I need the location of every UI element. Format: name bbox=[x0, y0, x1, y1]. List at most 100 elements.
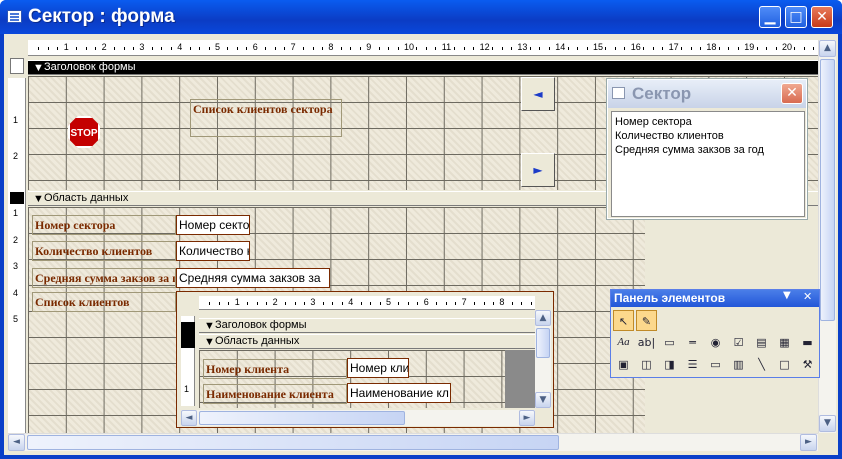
subform-ruler-tick bbox=[398, 302, 400, 305]
subform-selector[interactable] bbox=[181, 322, 195, 348]
label-tool-icon[interactable]: Aa bbox=[613, 332, 634, 353]
toolbox-title: Панель элементов bbox=[614, 291, 726, 305]
subform-detail-bar[interactable]: ▼ Область данных bbox=[199, 334, 535, 349]
tab-control-icon[interactable]: ▭ bbox=[705, 354, 726, 375]
textbox-sector-number[interactable]: Номер секто bbox=[176, 215, 250, 235]
more-controls-icon[interactable]: ⚒ bbox=[797, 354, 818, 375]
section-arrow-icon: ▼ bbox=[33, 62, 44, 74]
ruler-tick bbox=[76, 47, 78, 50]
toggle-button-icon[interactable]: ═ bbox=[682, 332, 703, 353]
command-button-icon[interactable]: ▬ bbox=[797, 332, 818, 353]
unbound-frame-icon[interactable]: ◫ bbox=[636, 354, 657, 375]
ruler-number: 13 bbox=[517, 42, 528, 52]
size-grip[interactable] bbox=[818, 433, 836, 451]
textbox-average-sum[interactable]: Средняя сумма закзов за bbox=[176, 268, 330, 288]
ruler-number: 9 bbox=[366, 42, 372, 52]
field-item-sector-number[interactable]: Номер сектора bbox=[615, 115, 801, 129]
select-objects-icon[interactable]: ↖ bbox=[613, 310, 634, 331]
section-arrow-icon: ▼ bbox=[33, 193, 44, 205]
vertical-ruler[interactable]: 1 2 1 2 3 4 5 bbox=[8, 78, 26, 433]
field-item-client-count[interactable]: Количество клиентов bbox=[615, 129, 801, 143]
subform-icon[interactable]: ▥ bbox=[728, 354, 749, 375]
vertical-scrollbar[interactable]: ▲ ▼ bbox=[818, 40, 836, 433]
header-title-label[interactable]: Список клиентов сектора bbox=[190, 99, 342, 137]
rectangle-icon[interactable]: □ bbox=[774, 354, 795, 375]
maximize-button[interactable]: □ bbox=[785, 6, 807, 28]
field-list-titlebar[interactable]: Сектор bbox=[608, 80, 806, 108]
combobox-icon[interactable]: ▤ bbox=[751, 332, 772, 353]
subform-header-bar[interactable]: ▼ Заголовок формы bbox=[199, 318, 535, 333]
label-average-sum[interactable]: Средняя сумма закзов за год bbox=[32, 268, 176, 288]
label-client-count[interactable]: Количество клиентов bbox=[32, 241, 176, 261]
horizontal-scrollbar[interactable]: ◄ ► bbox=[8, 433, 818, 451]
subform-horizontal-scrollbar[interactable]: ◄ ► bbox=[181, 410, 535, 426]
next-record-button[interactable]: ► bbox=[521, 153, 555, 187]
field-list-title: Сектор bbox=[632, 84, 692, 103]
toolbox-window[interactable]: Панель элементов ▼ ✕ ↖ ✎ Aa ab| ▭ ═ ◉ ☑ … bbox=[610, 289, 820, 378]
label-clients-list[interactable]: Список клиентов bbox=[32, 292, 176, 312]
field-list[interactable]: Номер сектора Количество клиентов Средня… bbox=[611, 111, 805, 217]
scroll-right-icon[interactable]: ► bbox=[800, 434, 817, 451]
ruler-tick bbox=[350, 47, 352, 50]
textbox-tool-icon[interactable]: ab| bbox=[636, 332, 657, 353]
prev-record-button[interactable]: ◄ bbox=[521, 77, 555, 111]
radio-button-icon[interactable]: ◉ bbox=[705, 332, 726, 353]
field-list-window[interactable]: Сектор ✕ Номер сектора Количество клиент… bbox=[606, 78, 808, 220]
checkbox-icon[interactable]: ☑ bbox=[728, 332, 749, 353]
detail-selector[interactable] bbox=[10, 192, 24, 204]
ruler-number: 16 bbox=[630, 42, 641, 52]
stop-button-icon[interactable]: STOP bbox=[68, 116, 100, 148]
control-wizards-icon[interactable]: ✎ bbox=[636, 310, 657, 331]
subform-clients[interactable]: 123456789 1 ▼ Заголовок формы ▼ Область … bbox=[176, 291, 554, 428]
scroll-down-icon[interactable]: ▼ bbox=[819, 415, 836, 432]
hscroll-thumb[interactable] bbox=[27, 435, 559, 450]
subform-textbox-client-number[interactable]: Номер кли bbox=[347, 358, 409, 378]
bound-frame-icon[interactable]: ◨ bbox=[659, 354, 680, 375]
scroll-right-icon[interactable]: ► bbox=[519, 410, 535, 426]
ruler-tick bbox=[114, 47, 116, 50]
ruler-number: 8 bbox=[328, 42, 334, 52]
scroll-up-icon[interactable]: ▲ bbox=[535, 310, 551, 326]
toolbox-close-icon[interactable]: ✕ bbox=[803, 290, 812, 303]
subform-hscroll-thumb[interactable] bbox=[199, 411, 405, 425]
textbox-client-count[interactable]: Количество к bbox=[176, 241, 250, 261]
option-group-icon[interactable]: ▭ bbox=[659, 332, 680, 353]
ruler-tick bbox=[718, 47, 720, 50]
line-icon[interactable]: ╲ bbox=[751, 354, 772, 375]
subform-label-client-number[interactable]: Номер клиента bbox=[203, 359, 347, 379]
listbox-icon[interactable]: ▦ bbox=[774, 332, 795, 353]
ruler-number: 15 bbox=[593, 42, 604, 52]
ruler-tick bbox=[766, 47, 768, 50]
field-list-close-button[interactable]: ✕ bbox=[781, 83, 803, 104]
scroll-down-icon[interactable]: ▼ bbox=[535, 392, 551, 408]
close-button[interactable]: ✕ bbox=[811, 6, 833, 28]
ruler-tick bbox=[321, 47, 323, 50]
subform-vscroll-thumb[interactable] bbox=[536, 328, 550, 358]
label-sector-number[interactable]: Номер сектора bbox=[32, 215, 176, 235]
minimize-button[interactable]: ▁ bbox=[759, 6, 781, 28]
horizontal-ruler[interactable]: 1 2 3 4 5 6 7 8 9 10 11 12 13 14 15 16 17 18 19 20 bbox=[28, 40, 818, 56]
title-bar[interactable]: Сектор : форма ▁ □ ✕ bbox=[0, 0, 842, 34]
form-header-label: Заголовок формы bbox=[44, 61, 136, 73]
image-icon[interactable]: ▣ bbox=[613, 354, 634, 375]
subform-label-client-name[interactable]: Наименование клиента bbox=[203, 384, 347, 404]
toolbox-menu-icon[interactable]: ▼ bbox=[783, 290, 791, 301]
toolbox-titlebar[interactable]: Панель элементов ▼ ✕ bbox=[611, 290, 819, 307]
form-icon[interactable] bbox=[7, 10, 22, 23]
subform-ruler-tick bbox=[521, 302, 523, 305]
field-item-average-sum[interactable]: Средняя сумма закзов за год bbox=[615, 143, 801, 157]
scroll-left-icon[interactable]: ◄ bbox=[8, 434, 25, 451]
scroll-up-icon[interactable]: ▲ bbox=[819, 40, 836, 57]
form-header-bar[interactable]: ▼ Заголовок формы bbox=[28, 60, 818, 75]
subform-horizontal-ruler[interactable]: 123456789 bbox=[199, 296, 535, 310]
subform-textbox-client-name[interactable]: Наименование кл bbox=[347, 383, 451, 403]
page-break-icon[interactable]: ☰ bbox=[682, 354, 703, 375]
subform-header-label: Заголовок формы bbox=[215, 319, 307, 331]
subform-ruler-tick bbox=[474, 302, 476, 305]
ruler-number: 4 bbox=[177, 42, 183, 52]
scroll-left-icon[interactable]: ◄ bbox=[181, 410, 197, 426]
subform-vertical-scrollbar[interactable]: ▲ ▼ bbox=[535, 310, 551, 408]
ruler-number: 6 bbox=[252, 42, 258, 52]
vscroll-thumb[interactable] bbox=[820, 59, 835, 321]
form-selector[interactable] bbox=[10, 58, 24, 74]
